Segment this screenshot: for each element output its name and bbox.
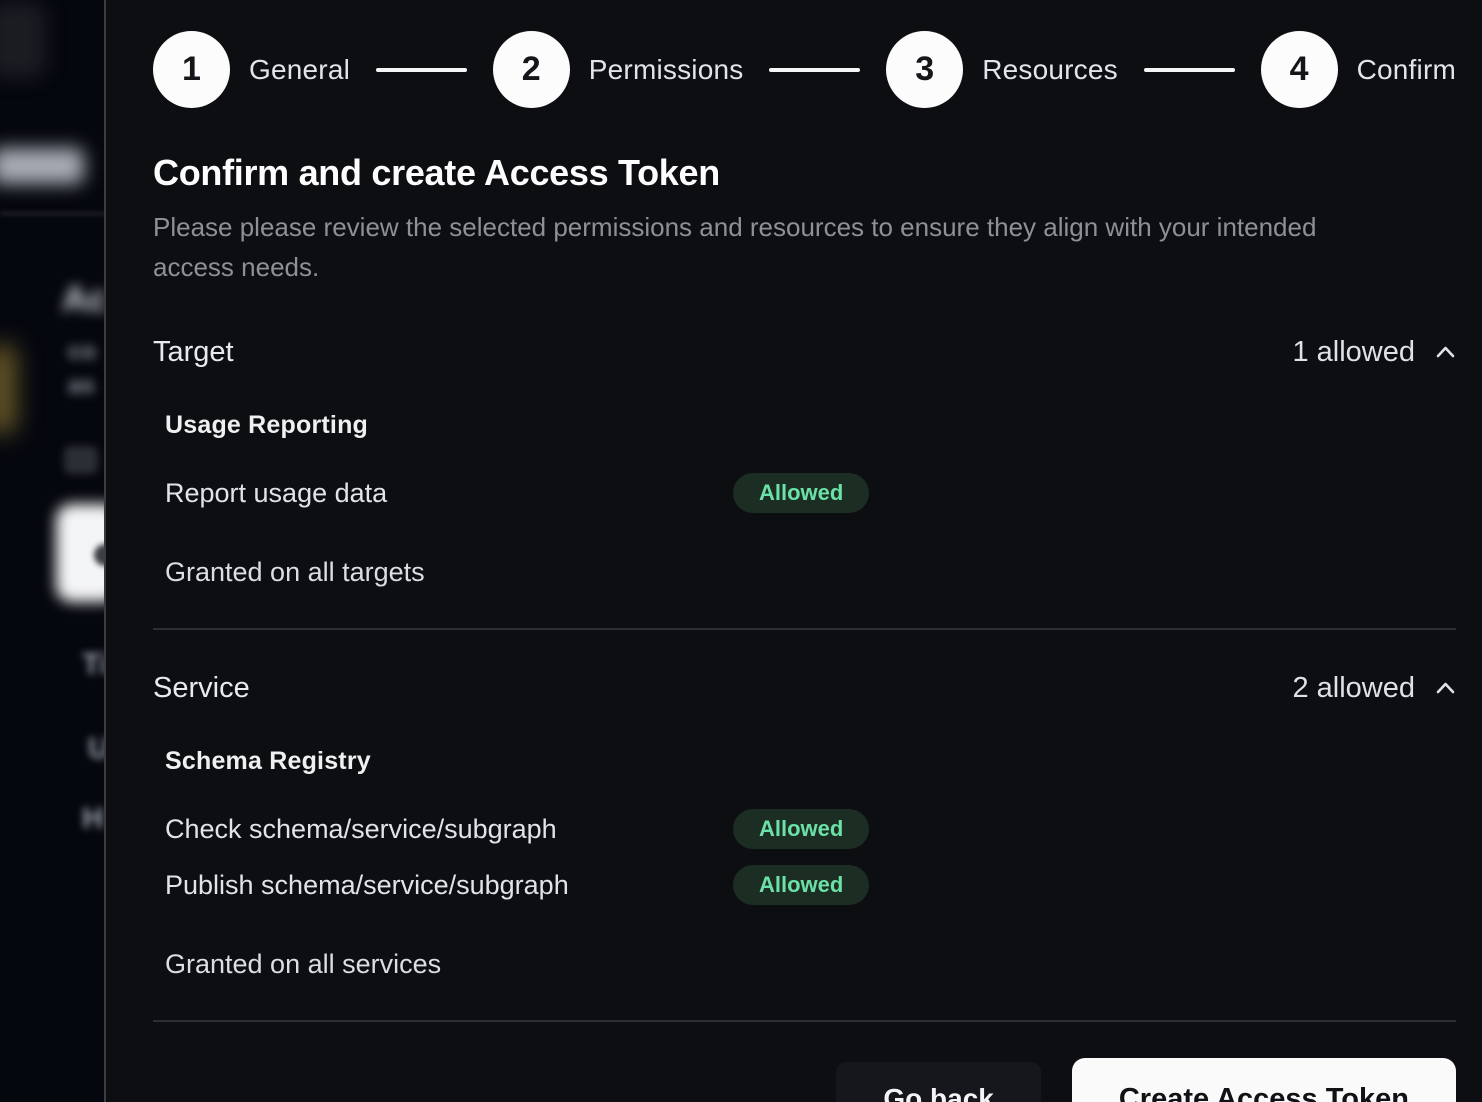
step-confirm[interactable]: 4 Confirm [1261, 31, 1456, 108]
service-section-header: Service 2 allowed [153, 672, 1456, 705]
step-1-label: General [249, 54, 350, 86]
usage-reporting-group: Usage Reporting Report usage data Allowe… [153, 411, 1456, 513]
service-section-title: Service [153, 672, 250, 705]
step-4-label: Confirm [1357, 54, 1456, 86]
granted-note: Granted on all services [153, 949, 1456, 980]
step-resources[interactable]: 3 Resources [886, 31, 1118, 108]
footer-actions: Go back Create Access Token [153, 1058, 1456, 1102]
permission-label: Check schema/service/subgraph [165, 814, 733, 845]
permission-row: Publish schema/service/subgraph Allowed [165, 865, 1456, 905]
target-section: Target 1 allowed Usage Reporting Report … [153, 336, 1456, 588]
blurred-nav-text [0, 148, 84, 184]
target-section-title: Target [153, 336, 234, 369]
create-access-token-panel: 1 General 2 Permissions 3 Resources [108, 0, 1482, 1102]
go-back-button[interactable]: Go back [836, 1062, 1040, 1102]
permission-row: Check schema/service/subgraph Allowed [165, 809, 1456, 849]
allowed-badge: Allowed [733, 865, 869, 905]
step-3-number: 3 [915, 50, 934, 89]
schema-registry-group: Schema Registry Check schema/service/sub… [153, 747, 1456, 905]
target-section-header: Target 1 allowed [153, 336, 1456, 369]
background-sidebar: Ac co as Ti U H [0, 0, 106, 1102]
create-access-token-button[interactable]: Create Access Token [1072, 1058, 1456, 1102]
chevron-up-icon [1435, 681, 1456, 700]
service-section: Service 2 allowed Schema Registry Check … [153, 672, 1456, 980]
page-subtitle: Please please review the selected permis… [153, 207, 1393, 287]
page-title: Confirm and create Access Token [153, 152, 1456, 194]
target-collapse-toggle[interactable]: 1 allowed [1292, 336, 1456, 369]
blurred-text-fragment: co [68, 338, 96, 366]
blurred-divider [0, 212, 106, 215]
step-2-number: 2 [522, 50, 541, 89]
section-divider [153, 628, 1456, 630]
stepper-connector [1144, 68, 1235, 72]
blurred-text-fragment: U [88, 732, 106, 766]
target-allowed-count: 1 allowed [1292, 336, 1415, 369]
screen: Ac co as Ti U H 1 General 2 Permission [0, 0, 1482, 1102]
blurred-text-fragment: Ti [82, 648, 106, 682]
stepper: 1 General 2 Permissions 3 Resources [153, 31, 1456, 108]
step-2-label: Permissions [589, 54, 744, 86]
permission-row: Report usage data Allowed [165, 473, 1456, 513]
chevron-up-icon [1435, 345, 1456, 364]
step-permissions[interactable]: 2 Permissions [493, 31, 744, 108]
step-4-circle: 4 [1261, 31, 1338, 108]
allowed-badge: Allowed [733, 809, 869, 849]
blurred-card [0, 2, 46, 78]
service-allowed-count: 2 allowed [1292, 672, 1415, 705]
blurred-text-fragment: H [82, 802, 104, 836]
blurred-small-icon [64, 446, 98, 474]
stepper-connector [376, 68, 467, 72]
blurred-heading-fragment: Ac [62, 278, 106, 320]
granted-note: Granted on all targets [153, 557, 1456, 588]
allowed-badge: Allowed [733, 473, 869, 513]
footer-divider [153, 1020, 1456, 1022]
permission-label: Report usage data [165, 478, 733, 509]
step-4-number: 4 [1290, 50, 1309, 89]
blurred-yellow-element [0, 345, 16, 433]
step-2-circle: 2 [493, 31, 570, 108]
step-3-circle: 3 [886, 31, 963, 108]
service-collapse-toggle[interactable]: 2 allowed [1292, 672, 1456, 705]
group-name: Schema Registry [165, 747, 1456, 776]
blurred-text-fragment: as [68, 372, 95, 400]
group-name: Usage Reporting [165, 411, 1456, 440]
step-1-circle: 1 [153, 31, 230, 108]
permission-label: Publish schema/service/subgraph [165, 870, 733, 901]
stepper-connector [769, 68, 860, 72]
step-1-number: 1 [182, 50, 201, 89]
step-3-label: Resources [982, 54, 1118, 86]
step-general[interactable]: 1 General [153, 31, 350, 108]
